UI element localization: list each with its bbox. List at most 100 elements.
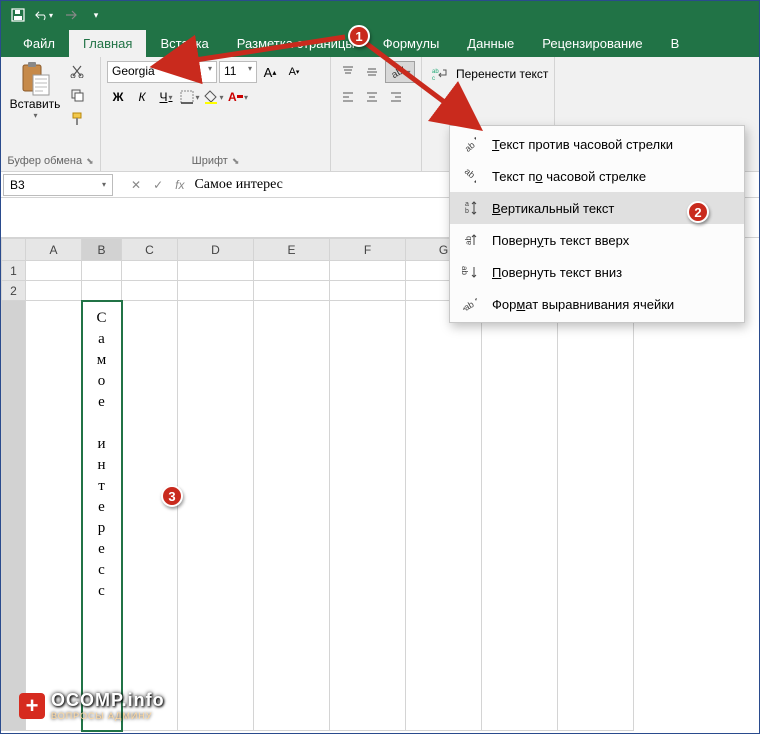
title-bar: ▾ ▾ <box>1 1 759 29</box>
cell-C3[interactable] <box>122 301 178 731</box>
cell-F2[interactable] <box>330 281 406 301</box>
paste-button[interactable]: Вставить ▾ <box>7 61 63 129</box>
menu-label: Формат выравнивания ячейки <box>492 297 674 312</box>
col-header-D[interactable]: D <box>178 239 254 261</box>
ribbon-tabs: Файл Главная Вставка Разметка страницы Ф… <box>1 29 759 57</box>
tab-layout[interactable]: Разметка страницы <box>223 30 369 57</box>
watermark-subtitle: ВОПРОСЫ АДМИНУ <box>51 711 165 721</box>
font-size-select[interactable]: 11 ▾ <box>219 61 257 83</box>
underline-button[interactable]: Ч▾ <box>155 86 177 108</box>
align-center-icon[interactable] <box>361 86 383 108</box>
decrease-font-icon[interactable]: A▾ <box>283 61 305 83</box>
menu-rotate-down[interactable]: ab Повернуть текст вниз <box>450 256 744 288</box>
cell-B3[interactable]: Самое интересс <box>82 301 122 731</box>
col-header-F[interactable]: F <box>330 239 406 261</box>
copy-icon[interactable] <box>67 85 87 105</box>
cell-B1[interactable] <box>82 261 122 281</box>
svg-text:ab: ab <box>464 236 473 245</box>
cell-D1[interactable] <box>178 261 254 281</box>
align-left-icon[interactable] <box>337 86 359 108</box>
watermark: + OCOMP.info ВОПРОСЫ АДМИНУ <box>19 690 165 721</box>
group-alignment: ab▾ <box>331 57 422 171</box>
group-font: Georgia ▾ 11 ▾ A▴ A▾ Ж К Ч▾ ▾ ▾ A▾ Шрифт… <box>101 57 331 171</box>
row-header-1[interactable]: 1 <box>2 261 26 281</box>
tab-view[interactable]: В <box>657 30 694 57</box>
align-top-icon[interactable] <box>337 61 359 83</box>
callout-badge-2: 2 <box>687 201 709 223</box>
cell-A3[interactable] <box>26 301 82 731</box>
callout-badge-1: 1 <box>348 25 370 47</box>
cell-A2[interactable] <box>26 281 82 301</box>
watermark-title: OCOMP.info <box>51 690 165 711</box>
select-all-corner[interactable] <box>2 239 26 261</box>
redo-icon[interactable] <box>61 6 79 24</box>
align-middle-icon[interactable] <box>361 61 383 83</box>
cell-A1[interactable] <box>26 261 82 281</box>
tab-data[interactable]: Данные <box>453 30 528 57</box>
fill-color-button[interactable]: ▾ <box>203 86 225 108</box>
cell-F3[interactable] <box>330 301 406 731</box>
menu-angle-ccw[interactable]: ab Текст против часовой стрелки <box>450 128 744 160</box>
svg-text:b: b <box>465 208 469 215</box>
dialog-launcher-icon[interactable]: ⬊ <box>86 156 94 166</box>
font-color-button[interactable]: A▾ <box>227 86 249 108</box>
cell-E1[interactable] <box>254 261 330 281</box>
cancel-formula-icon[interactable]: ✕ <box>131 178 141 192</box>
bold-button[interactable]: Ж <box>107 86 129 108</box>
col-header-B[interactable]: B <box>82 239 122 261</box>
vertical-text-icon: ab <box>460 198 480 218</box>
font-name-select[interactable]: Georgia ▾ <box>107 61 217 83</box>
svg-text:ab: ab <box>461 266 469 275</box>
dialog-launcher-icon[interactable]: ⬊ <box>232 156 240 166</box>
save-icon[interactable] <box>9 6 27 24</box>
wrap-text-icon[interactable]: abc <box>428 63 450 85</box>
tab-formulas[interactable]: Формулы <box>369 30 454 57</box>
undo-icon[interactable]: ▾ <box>35 6 53 24</box>
cell-C1[interactable] <box>122 261 178 281</box>
paste-icon <box>19 61 51 97</box>
cell-I3[interactable] <box>558 301 634 731</box>
cell-E3[interactable] <box>254 301 330 731</box>
wrap-text-label[interactable]: Перенести текст <box>456 67 548 81</box>
rotate-down-icon: ab <box>460 262 480 282</box>
cell-G3[interactable] <box>406 301 482 731</box>
tab-review[interactable]: Рецензирование <box>528 30 656 57</box>
cell-E2[interactable] <box>254 281 330 301</box>
border-button[interactable]: ▾ <box>179 86 201 108</box>
menu-angle-cw[interactable]: ab Текст по часовой стрелке <box>450 160 744 192</box>
menu-label: Текст по часовой стрелке <box>492 169 646 184</box>
cell-C2[interactable] <box>122 281 178 301</box>
cell-F1[interactable] <box>330 261 406 281</box>
orientation-button[interactable]: ab▾ <box>385 61 415 83</box>
tab-insert[interactable]: Вставка <box>146 30 222 57</box>
col-header-A[interactable]: A <box>26 239 82 261</box>
orientation-menu: ab Текст против часовой стрелки ab Текст… <box>449 125 745 323</box>
cell-B2[interactable] <box>82 281 122 301</box>
tab-home[interactable]: Главная <box>69 30 146 57</box>
cell-H3[interactable] <box>482 301 558 731</box>
enter-formula-icon[interactable]: ✓ <box>153 178 163 192</box>
row-header-3[interactable] <box>2 301 26 731</box>
svg-text:ab: ab <box>462 299 476 313</box>
cut-icon[interactable] <box>67 61 87 81</box>
fx-icon[interactable]: fx <box>175 178 184 192</box>
svg-text:ab: ab <box>432 69 439 75</box>
tab-file[interactable]: Файл <box>9 30 69 57</box>
cell-D2[interactable] <box>178 281 254 301</box>
italic-button[interactable]: К <box>131 86 153 108</box>
row-header-2[interactable]: 2 <box>2 281 26 301</box>
format-painter-icon[interactable] <box>67 109 87 129</box>
col-header-E[interactable]: E <box>254 239 330 261</box>
font-group-label: Шрифт⬊ <box>107 153 324 169</box>
rotate-up-icon: ab <box>460 230 480 250</box>
qat-customize-icon[interactable]: ▾ <box>87 6 105 24</box>
menu-format-alignment[interactable]: ab Формат выравнивания ячейки <box>450 288 744 320</box>
increase-font-icon[interactable]: A▴ <box>259 61 281 83</box>
name-box[interactable]: B3▾ <box>3 174 113 196</box>
menu-rotate-up[interactable]: ab Повернуть текст вверх <box>450 224 744 256</box>
align-right-icon[interactable] <box>385 86 407 108</box>
svg-text:ab: ab <box>463 167 477 180</box>
paste-dropdown-icon[interactable]: ▾ <box>33 111 37 120</box>
col-header-C[interactable]: C <box>122 239 178 261</box>
cell-D3[interactable] <box>178 301 254 731</box>
